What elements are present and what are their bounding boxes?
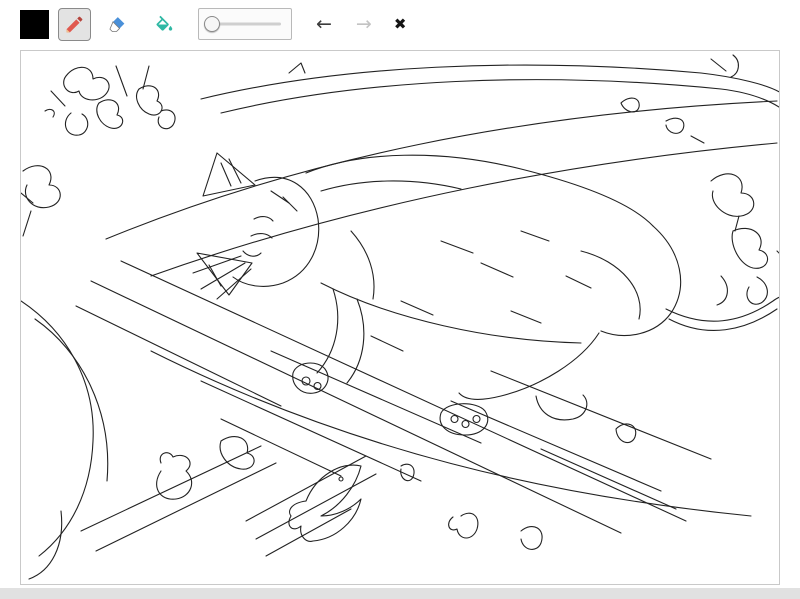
redo-button[interactable]: → <box>356 14 372 34</box>
page-bottom-strip <box>0 588 800 599</box>
sketch-top-curves <box>200 62 779 114</box>
eraser-tool-button[interactable] <box>100 8 133 41</box>
eraser-icon <box>109 16 125 32</box>
brush-size-slider[interactable] <box>198 8 292 40</box>
pencil-icon <box>66 16 83 32</box>
color-swatch[interactable] <box>20 9 49 39</box>
undo-button[interactable]: ← <box>316 14 332 34</box>
sketch-curves-bottom-left <box>21 300 109 580</box>
sketch-leaf-left <box>21 165 61 237</box>
slider-thumb[interactable] <box>203 16 220 32</box>
fill-bucket-icon <box>156 15 173 31</box>
toolbar: ← → ✖ <box>0 0 800 48</box>
sketch-leaves-right <box>710 173 779 306</box>
fill-tool-button[interactable] <box>147 8 180 41</box>
sketch-leaves-bottom <box>80 423 637 557</box>
canvas-drawing <box>21 54 779 580</box>
sketch-marks-top-right <box>665 54 739 144</box>
drawing-canvas[interactable] <box>20 50 780 585</box>
clear-canvas-button[interactable]: ✖ <box>394 16 407 32</box>
pencil-tool-button[interactable] <box>58 7 91 41</box>
sketch-bench <box>75 100 778 534</box>
sketch-cat <box>192 152 779 436</box>
sketch-leaves-top-left <box>44 65 176 136</box>
